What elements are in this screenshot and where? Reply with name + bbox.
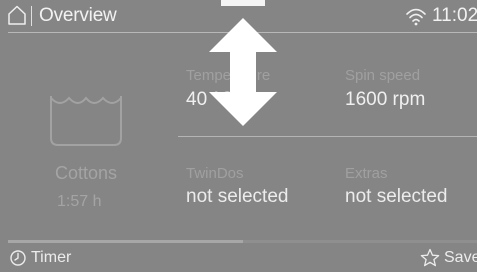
progress-track	[8, 240, 477, 243]
wifi-icon	[406, 8, 426, 26]
star-icon[interactable]	[420, 248, 440, 268]
page-title: Overview	[39, 5, 117, 26]
twindos-value[interactable]: not selected	[186, 186, 288, 208]
extras-label: Extras	[345, 165, 388, 182]
spin-speed-label: Spin speed	[345, 67, 421, 84]
save-button[interactable]: Save	[444, 248, 477, 268]
home-icon[interactable]	[8, 5, 26, 25]
twindos-label: TwinDos	[186, 165, 244, 182]
vertical-double-arrow-icon[interactable]	[207, 18, 279, 126]
clock-time: 11:02	[432, 5, 477, 26]
title-separator	[31, 6, 32, 26]
pull-down-handle[interactable]	[221, 0, 265, 6]
timer-button[interactable]: Timer	[31, 248, 71, 268]
extras-value[interactable]: not selected	[345, 186, 447, 208]
spin-speed-value[interactable]: 1600 rpm	[345, 89, 425, 111]
washtub-icon	[50, 96, 122, 146]
settings-divider	[178, 136, 477, 137]
progress-fill	[8, 240, 243, 243]
program-name[interactable]: Cottons	[55, 162, 117, 184]
program-duration: 1:57 h	[57, 193, 102, 210]
washer-overview-screen: Overview 11:02 Cottons 1:57 h Temperatur…	[0, 0, 477, 272]
clock-icon[interactable]	[10, 250, 26, 266]
